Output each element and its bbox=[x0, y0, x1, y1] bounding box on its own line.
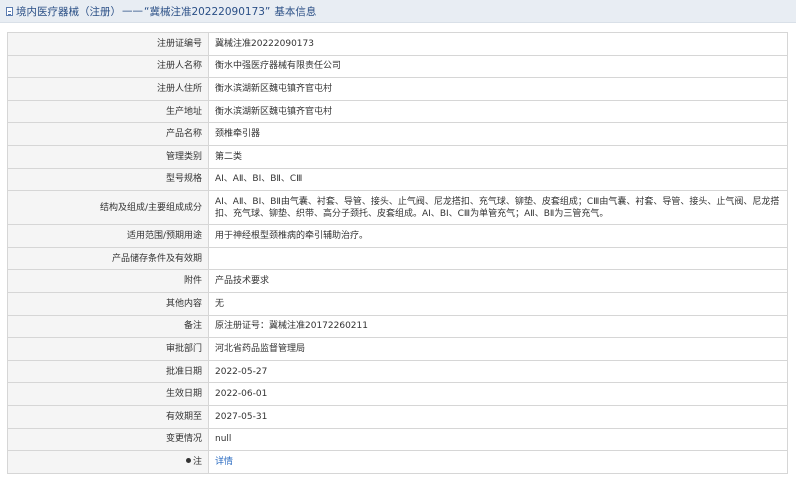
row-value: null bbox=[208, 427, 788, 452]
note-label-cell: 注 bbox=[7, 450, 209, 474]
table-row: 变更情况 null bbox=[7, 427, 788, 452]
table-row: 注册人名称 衡水中强医疗器械有限责任公司 bbox=[7, 54, 788, 79]
row-value: 衡水滨湖新区魏屯镇齐官屯村 bbox=[208, 99, 788, 124]
table-row: 批准日期 2022-05-27 bbox=[7, 359, 788, 384]
row-label: 变更情况 bbox=[7, 427, 209, 452]
row-label: 生产地址 bbox=[7, 99, 209, 124]
row-value: 原注册证号：冀械注准20172260211 bbox=[208, 314, 788, 339]
table-row: 备注 原注册证号：冀械注准20172260211 bbox=[7, 314, 788, 339]
header-title-prefix: 境内医疗器械（注册） bbox=[16, 5, 121, 18]
table-row: 结构及组成/主要组成成分 AⅠ、AⅡ、BⅠ、BⅡ由气囊、衬套、导管、接头、止气阀… bbox=[7, 190, 788, 226]
table-row: 产品名称 颈椎牵引器 bbox=[7, 122, 788, 146]
row-label: 注 bbox=[192, 456, 202, 467]
header-cert-number: “冀械注准20222090173” bbox=[144, 5, 271, 18]
row-value: 颈椎牵引器 bbox=[208, 122, 788, 146]
row-value: 衡水滨湖新区魏屯镇齐官屯村 bbox=[208, 77, 788, 101]
row-label: 注册人名称 bbox=[7, 54, 209, 79]
row-value: 冀械注准20222090173 bbox=[208, 32, 788, 56]
row-label: 备注 bbox=[7, 314, 209, 339]
row-value: 2027-05-31 bbox=[208, 404, 788, 429]
row-label: 结构及组成/主要组成成分 bbox=[7, 190, 209, 226]
row-value bbox=[208, 246, 788, 271]
table-row: 其他内容 无 bbox=[7, 291, 788, 316]
row-label: 注册证编号 bbox=[7, 32, 209, 56]
row-label: 附件 bbox=[7, 269, 209, 293]
row-label: 审批部门 bbox=[7, 337, 209, 361]
row-label: 产品名称 bbox=[7, 122, 209, 146]
document-icon bbox=[6, 6, 13, 16]
row-value: AⅠ、AⅡ、BⅠ、BⅡ、CⅢ bbox=[208, 167, 788, 192]
table-row: 产品储存条件及有效期 bbox=[7, 246, 788, 271]
table-row: 生产地址 衡水滨湖新区魏屯镇齐官屯村 bbox=[7, 99, 788, 124]
header-title-suffix: 基本信息 bbox=[274, 5, 317, 18]
row-value: 用于神经根型颈椎病的牵引辅助治疗。 bbox=[208, 224, 788, 248]
row-label: 管理类别 bbox=[7, 144, 209, 169]
page-header: 境内医疗器械（注册） —— “冀械注准20222090173” 基本信息 bbox=[0, 0, 796, 23]
row-value: 2022-05-27 bbox=[208, 359, 788, 384]
row-label: 有效期至 bbox=[7, 404, 209, 429]
table-row: 注册证编号 冀械注准20222090173 bbox=[7, 32, 788, 56]
table-row: 附件 产品技术要求 bbox=[7, 269, 788, 293]
table-row: 型号规格 AⅠ、AⅡ、BⅠ、BⅡ、CⅢ bbox=[7, 167, 788, 192]
row-value: 产品技术要求 bbox=[208, 269, 788, 293]
row-label: 注册人住所 bbox=[7, 77, 209, 101]
table-row: 注 详情 bbox=[7, 450, 788, 474]
table-row: 审批部门 河北省药品监督管理局 bbox=[7, 337, 788, 361]
row-label: 其他内容 bbox=[7, 291, 209, 316]
row-value: 2022-06-01 bbox=[208, 382, 788, 406]
row-value: 河北省药品监督管理局 bbox=[208, 337, 788, 361]
table-row: 管理类别 第二类 bbox=[7, 144, 788, 169]
row-label: 批准日期 bbox=[7, 359, 209, 384]
header-dash: —— bbox=[122, 5, 143, 17]
pin-icon bbox=[185, 457, 191, 463]
row-value: 衡水中强医疗器械有限责任公司 bbox=[208, 54, 788, 79]
row-value: 详情 bbox=[208, 450, 788, 474]
row-label: 适用范围/预期用途 bbox=[7, 224, 209, 248]
table-row: 有效期至 2027-05-31 bbox=[7, 404, 788, 429]
details-link[interactable]: 详情 bbox=[215, 457, 233, 467]
table-row: 注册人住所 衡水滨湖新区魏屯镇齐官屯村 bbox=[7, 77, 788, 101]
row-value: 无 bbox=[208, 291, 788, 316]
row-label: 产品储存条件及有效期 bbox=[7, 246, 209, 271]
row-value: 第二类 bbox=[208, 144, 788, 169]
row-label: 型号规格 bbox=[7, 167, 209, 192]
table-row: 适用范围/预期用途 用于神经根型颈椎病的牵引辅助治疗。 bbox=[7, 224, 788, 248]
row-value: AⅠ、AⅡ、BⅠ、BⅡ由气囊、衬套、导管、接头、止气阀、尼龙搭扣、充气球、铆垫、… bbox=[208, 190, 788, 226]
info-table: 注册证编号 冀械注准20222090173 注册人名称 衡水中强医疗器械有限责任… bbox=[7, 32, 788, 474]
row-label: 生效日期 bbox=[7, 382, 209, 406]
table-row: 生效日期 2022-06-01 bbox=[7, 382, 788, 406]
